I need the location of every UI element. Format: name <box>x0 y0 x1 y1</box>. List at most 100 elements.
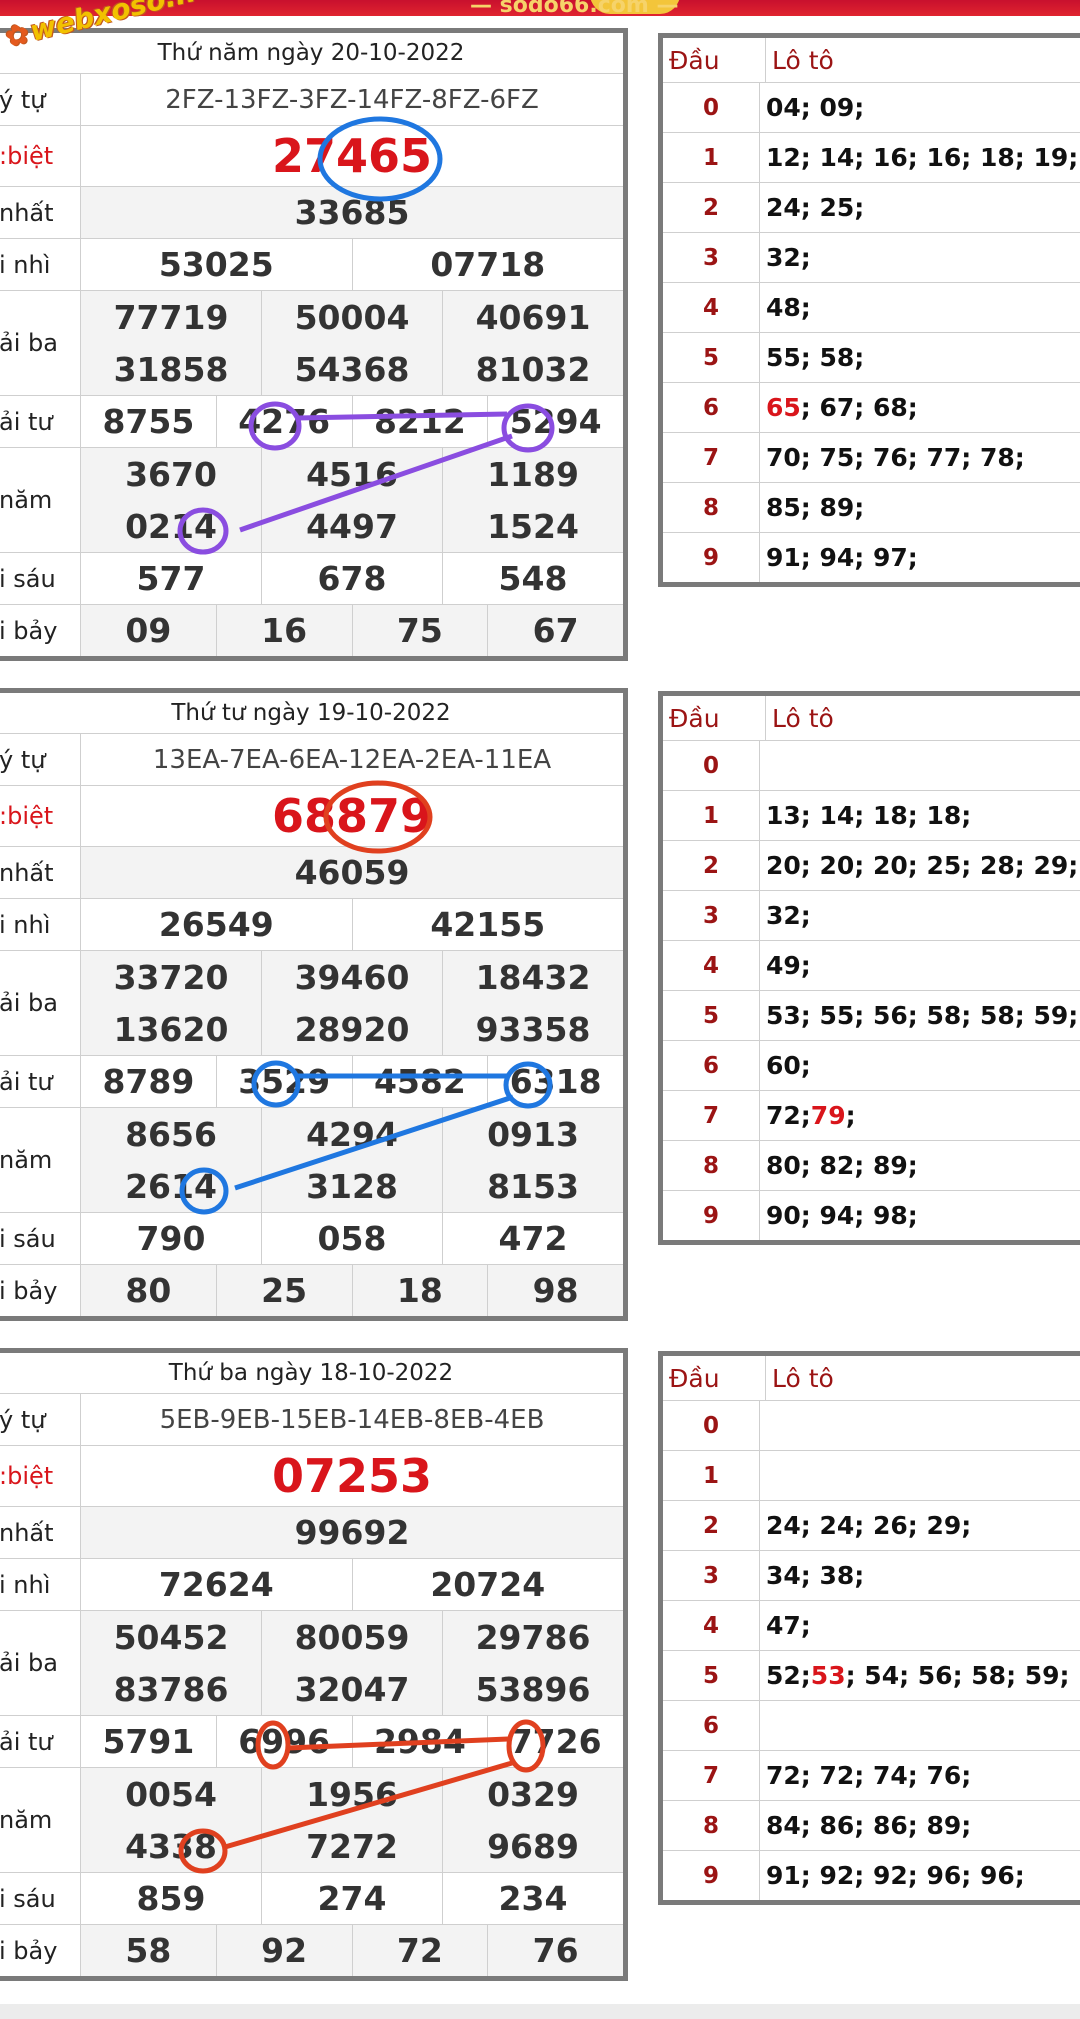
fourth-prize: 5791 <box>81 1716 217 1767</box>
seventh-prize: 18 <box>353 1265 489 1316</box>
result-table-1: Thứ năm ngày 20-10-2022 ý tự 2FZ-13FZ-3F… <box>0 28 628 661</box>
loto-dau: 6 <box>663 1041 760 1090</box>
fifth-prize: 0214 <box>81 500 262 552</box>
loto-dau: 9 <box>663 1191 760 1240</box>
loto-values <box>760 1401 1080 1450</box>
fifth-prize: 8656 <box>81 1108 262 1160</box>
fifth-prize: 1524 <box>487 506 579 546</box>
loto-dau: 2 <box>663 841 760 890</box>
row-sau: i sáu 859 274 234 <box>0 1873 623 1925</box>
first-prize: 46059 <box>294 853 410 892</box>
label-tu: ải tư <box>0 1716 81 1767</box>
label-nhi: i nhì <box>0 239 81 290</box>
fourth-prize: 8755 <box>81 396 217 447</box>
loto-dau: 4 <box>663 283 760 332</box>
label-nhat: nhất <box>0 1507 81 1558</box>
third-prize: 54368 <box>262 343 443 395</box>
seventh-prize: 16 <box>217 605 353 656</box>
ky-tu-code: 2FZ-13FZ-3FZ-14FZ-8FZ-6FZ <box>165 84 539 115</box>
row-ky-tu: ý tự 13EA-7EA-6EA-12EA-2EA-11EA <box>0 734 623 786</box>
loto-head-dau: Đầu <box>663 1356 766 1400</box>
draw-date: Thứ năm ngày 20-10-2022 <box>0 33 623 74</box>
loto-dau: 2 <box>663 1501 760 1550</box>
row-nhi: i nhì 26549 42155 <box>0 899 623 951</box>
fourth-prize: 8789 <box>81 1056 217 1107</box>
loto-values: 48; <box>766 293 811 322</box>
loto-values: 24; 24; 26; 29; <box>766 1511 972 1540</box>
loto-values: 49; <box>766 951 811 980</box>
loto-dau: 5 <box>663 1651 760 1700</box>
third-prize: 53896 <box>475 1669 591 1709</box>
third-prize: 83786 <box>81 1663 262 1715</box>
loto-values: 65; 67; 68; <box>766 393 918 422</box>
row-tu: ải tư 8789 3529 4582 6318 <box>0 1056 623 1108</box>
label-nam: năm <box>0 448 81 552</box>
third-prize: 40691 <box>475 297 591 337</box>
row-tu: ải tư 5791 6996 2984 7726 <box>0 1716 623 1768</box>
loto-head-dau: Đầu <box>663 38 766 82</box>
second-prize: 53025 <box>81 239 353 290</box>
fifth-prize: 1189 <box>487 454 579 494</box>
loto-table-3: Đầu Lô tô 0 1 2 24; 24; 26; 29; 3 34; 38; 4… <box>658 1351 1080 1905</box>
sixth-prize: 472 <box>498 1219 568 1258</box>
row-dac-biet: : biệt 68879 <box>0 786 623 847</box>
fourth-prize: 4582 <box>353 1056 489 1107</box>
fourth-prize: 7726 <box>509 1722 602 1761</box>
loto-dau: 5 <box>663 991 760 1040</box>
loto-dau: 7 <box>663 433 760 482</box>
seventh-prize: 76 <box>532 1931 579 1970</box>
loto-dau: 3 <box>663 891 760 940</box>
fourth-prize: 3529 <box>217 1056 353 1107</box>
ky-tu-code: 13EA-7EA-6EA-12EA-2EA-11EA <box>152 744 552 775</box>
fifth-prize: 9689 <box>487 1826 579 1866</box>
row-nam: năm 3670 4516 1189 0214 4497 1524 <box>0 448 623 553</box>
loto-table-2: Đầu Lô tô 0 1 13; 14; 18; 18; 2 20; 20; 20;… <box>658 691 1080 1245</box>
seventh-prize: 72 <box>353 1925 489 1976</box>
loto-values: 84; 86; 86; 89; <box>766 1811 972 1840</box>
loto-dau: 1 <box>663 133 760 182</box>
bottom-bar <box>0 2004 1080 2019</box>
third-prize: 18432 <box>475 957 591 997</box>
fifth-prize: 8153 <box>487 1166 579 1206</box>
third-prize: 13620 <box>81 1003 262 1055</box>
row-ba: ải ba 50452 80059 29786 83786 32047 5389… <box>0 1611 623 1716</box>
loto-dau: 6 <box>663 1701 760 1750</box>
second-prize: 42155 <box>430 905 546 944</box>
draw-date: Thứ tư ngày 19-10-2022 <box>0 693 623 734</box>
row-ky-tu: ý tự 2FZ-13FZ-3FZ-14FZ-8FZ-6FZ <box>0 74 623 126</box>
loto-head-loto: Lô tô <box>772 703 834 733</box>
loto-dau: 4 <box>663 1601 760 1650</box>
loto-values: 52; 53; 54; 56; 58; 59; 59; <box>766 1661 1080 1690</box>
label-nhi: i nhì <box>0 899 81 950</box>
loto-values: 12; 14; 16; 16; 18; 19; <box>766 143 1079 172</box>
loto-values: 72; 72; 74; 76; <box>766 1761 972 1790</box>
label-dac-biet: : biệt <box>0 1446 81 1506</box>
loto-values <box>760 1701 1080 1750</box>
fifth-prize: 3670 <box>81 448 262 500</box>
site-name: — sodo66.com — <box>470 0 679 18</box>
fifth-prize: 0913 <box>487 1114 579 1154</box>
row-bay: i bảy 58 92 72 76 <box>0 1925 623 1976</box>
loto-head-loto: Lô tô <box>772 45 834 75</box>
loto-values: 70; 75; 76; 77; 78; <box>766 443 1025 472</box>
second-prize: 26549 <box>81 899 353 950</box>
row-sau: i sáu 577 678 548 <box>0 553 623 605</box>
label-ba: ải ba <box>0 951 81 1055</box>
loto-values: 47; <box>766 1611 811 1640</box>
sixth-prize: 577 <box>81 553 262 604</box>
label-nam: năm <box>0 1768 81 1872</box>
sixth-prize: 678 <box>262 553 443 604</box>
first-prize: 33685 <box>294 193 410 232</box>
third-prize: 50004 <box>262 291 443 343</box>
loto-dau: 7 <box>663 1091 760 1140</box>
loto-dau: 7 <box>663 1751 760 1800</box>
row-nam: năm 0054 1956 0329 4338 7272 9689 <box>0 1768 623 1873</box>
third-prize: 77719 <box>81 291 262 343</box>
fifth-prize: 4516 <box>262 448 443 500</box>
row-nhi: i nhì 72624 20724 <box>0 1559 623 1611</box>
loto-dau: 9 <box>663 533 760 582</box>
special-prize: 07253 <box>271 1449 433 1503</box>
fourth-prize: 6318 <box>509 1062 602 1101</box>
loto-values: 80; 82; 89; <box>766 1151 918 1180</box>
sixth-prize: 058 <box>262 1213 443 1264</box>
